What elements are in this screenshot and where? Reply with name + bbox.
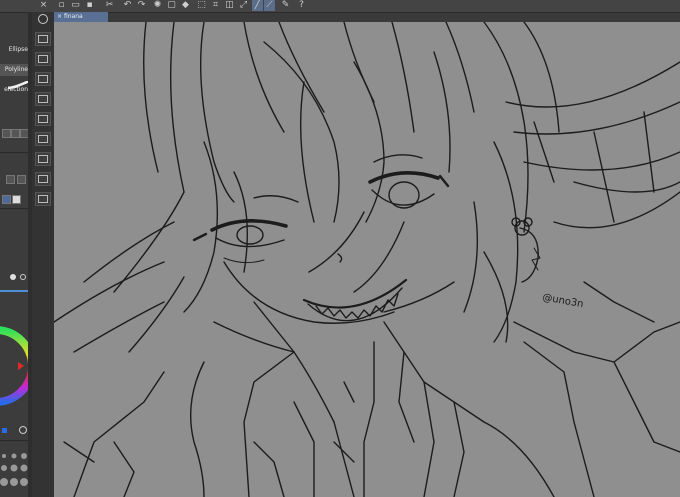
cut-icon[interactable]: ✂	[104, 0, 115, 11]
layer-search-icon[interactable]	[35, 192, 51, 206]
zoom-icon[interactable]	[20, 274, 26, 280]
sub-tool-panel: Ellipse Polyline election	[0, 12, 29, 497]
drawing-canvas[interactable]: @uno3n	[54, 22, 680, 497]
open-folder-icon[interactable]: ▭	[70, 0, 81, 11]
tool-ellipse-label: Ellipse	[8, 46, 28, 53]
help-icon[interactable]: ?	[296, 0, 307, 11]
save-icon[interactable]: ▪	[84, 0, 95, 11]
ruler-snap-icon[interactable]: ╱	[252, 0, 263, 11]
setting-spin-icon[interactable]	[6, 175, 15, 184]
lineart-drawing: @uno3n	[54, 22, 680, 497]
loading-icon[interactable]: ✺	[152, 0, 163, 11]
new-file-icon[interactable]: ▫	[56, 0, 67, 11]
tool-polyline-label: Polyline	[4, 66, 28, 73]
tool-selection-label: election	[4, 86, 28, 93]
brush-icon[interactable]: ✎	[280, 0, 291, 11]
add-sub-tool-icon[interactable]	[2, 129, 11, 138]
material-icon[interactable]	[35, 32, 51, 46]
tab-label: finana	[63, 13, 83, 20]
deselect-icon[interactable]: ⬚	[196, 0, 207, 11]
layer-property-icon[interactable]	[35, 52, 51, 66]
setting-spin-icon[interactable]	[17, 175, 26, 184]
auto-action-icon[interactable]	[35, 152, 51, 166]
color-mode-icon[interactable]	[10, 274, 16, 280]
color-wheel[interactable]	[0, 312, 28, 420]
panel-divider	[0, 208, 28, 209]
clear-icon[interactable]: ▢	[166, 0, 177, 11]
panel-divider	[0, 440, 28, 441]
tool-selection[interactable]: election	[0, 84, 28, 96]
tab-close-icon[interactable]: ×	[57, 13, 62, 20]
navigator-icon[interactable]	[38, 14, 48, 24]
redo-icon[interactable]: ↷	[136, 0, 147, 11]
special-ruler-snap-icon[interactable]: ⟋	[264, 0, 275, 11]
palette-dock-strip	[32, 12, 54, 497]
close-icon[interactable]: ×	[38, 0, 49, 11]
brush-size-palette[interactable]	[0, 452, 28, 492]
quick-access-icon[interactable]	[35, 172, 51, 186]
transform-icon[interactable]: ⤢	[238, 0, 249, 11]
item-bank-icon[interactable]	[35, 92, 51, 106]
tab-finana[interactable]: × finana	[54, 12, 108, 22]
color-settings-icon[interactable]	[19, 426, 27, 434]
undo-icon[interactable]: ↶	[122, 0, 133, 11]
tool-ellipse[interactable]: Ellipse	[0, 44, 28, 56]
history-icon[interactable]	[35, 112, 51, 126]
panel-divider	[0, 152, 28, 153]
brush-tip-icon[interactable]	[12, 195, 21, 204]
current-color-swatch[interactable]	[2, 428, 7, 433]
fill-icon[interactable]: ◆	[180, 0, 191, 11]
panel-divider	[0, 12, 28, 13]
crop-icon[interactable]: ⌗	[210, 0, 221, 11]
animation-icon[interactable]	[35, 132, 51, 146]
duplicate-sub-tool-icon[interactable]	[11, 129, 20, 138]
sub-view-icon[interactable]	[35, 72, 51, 86]
brush-tip-icon[interactable]	[2, 195, 11, 204]
invert-selection-icon[interactable]: ◫	[224, 0, 235, 11]
brush-stroke-preview	[7, 74, 29, 90]
artist-signature: @uno3n	[541, 292, 584, 310]
panel-tab-indicator	[0, 290, 28, 292]
